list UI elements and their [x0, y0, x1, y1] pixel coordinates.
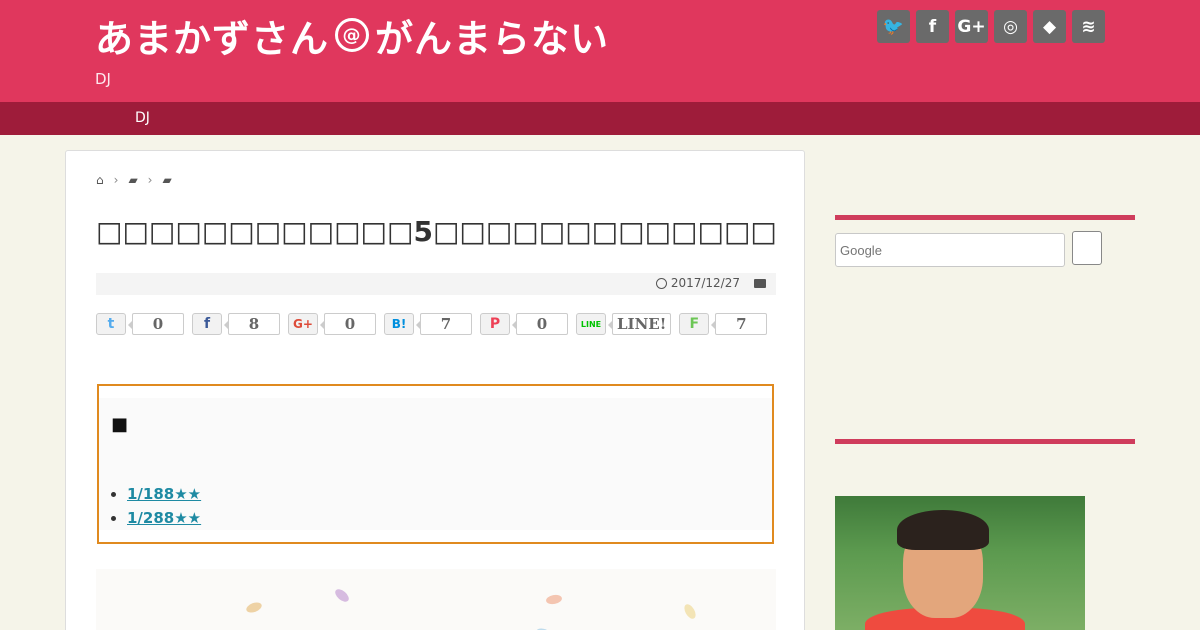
- feedly-icon[interactable]: ◆: [1033, 10, 1066, 43]
- list-item: 1/288★★: [127, 506, 201, 530]
- share-count: 7: [416, 313, 472, 335]
- google-plus-share-icon[interactable]: G+: [288, 313, 318, 335]
- share-count: 7: [711, 313, 768, 335]
- petal-decoration: [534, 626, 554, 630]
- share-count: LINE!: [607, 313, 672, 335]
- google-plus-icon[interactable]: G+: [955, 10, 988, 43]
- featured-image: [96, 569, 776, 630]
- notice-link-list: 1/188★★ 1/288★★: [127, 482, 201, 530]
- sidebar-divider: [835, 439, 1135, 444]
- home-icon[interactable]: ⌂: [96, 173, 104, 187]
- share-pocket[interactable]: P 0: [480, 313, 568, 335]
- twitter-icon[interactable]: 🐦: [877, 10, 910, 43]
- nav-item-dj[interactable]: DJ: [135, 110, 150, 126]
- share-feedly[interactable]: F 7: [679, 313, 768, 335]
- share-count: 8: [224, 313, 280, 335]
- social-follow-buttons: 🐦 f G+ ◎ ◆ ≋: [877, 10, 1105, 43]
- site-logo-text-2[interactable]: がんまらない: [375, 8, 609, 63]
- feedly-share-icon[interactable]: F: [679, 313, 710, 335]
- share-google-plus[interactable]: G+ 0: [288, 313, 376, 335]
- twitter-share-icon[interactable]: t: [96, 313, 126, 335]
- site-description: DJ: [95, 70, 111, 88]
- article-card: ⌂ › ▰ › ▰ □□□□□□□□□□□□5□□□□□□□□□□□□□□□□□…: [65, 150, 805, 630]
- share-twitter[interactable]: t 0: [96, 313, 184, 335]
- share-count: 0: [512, 313, 568, 335]
- post-meta: 2017/12/27: [96, 273, 776, 295]
- pocket-icon[interactable]: P: [480, 313, 510, 335]
- petal-decoration: [244, 600, 264, 615]
- post-date-text: 2017/12/27: [670, 276, 740, 290]
- facebook-share-icon[interactable]: f: [192, 313, 222, 335]
- profile-photo: [835, 496, 1085, 630]
- folder-icon[interactable]: ▰: [162, 173, 171, 187]
- search-button[interactable]: [1072, 231, 1102, 265]
- petal-decoration: [682, 602, 698, 621]
- breadcrumb-separator: ›: [147, 173, 153, 187]
- share-hatena[interactable]: B! 7: [384, 313, 472, 335]
- post-date: 2017/12/27: [655, 276, 740, 290]
- clock-icon: [655, 277, 667, 289]
- global-nav: DJ: [0, 102, 1200, 135]
- notice-inner: ■ 1/188★★ 1/288★★: [99, 398, 772, 530]
- share-count: 0: [128, 313, 184, 335]
- instagram-icon[interactable]: ◎: [994, 10, 1027, 43]
- hatena-bookmark-icon[interactable]: B!: [384, 313, 414, 335]
- breadcrumb-separator: ›: [113, 173, 119, 187]
- petal-decoration: [332, 586, 352, 605]
- at-icon: @: [335, 18, 370, 52]
- site-logo-text-1[interactable]: あまかずさん: [95, 8, 329, 63]
- share-facebook[interactable]: f 8: [192, 313, 280, 335]
- category-folder-icon[interactable]: [754, 279, 766, 288]
- petal-decoration: [545, 593, 563, 606]
- share-buttons: t 0 f 8 G+ 0 B! 7 P 0 LINE LINE! F 7: [96, 313, 775, 335]
- notice-link[interactable]: 1/188★★: [127, 485, 201, 503]
- site-logo[interactable]: あまかずさん @ がんまらない: [95, 8, 609, 63]
- breadcrumb: ⌂ › ▰ › ▰: [96, 173, 172, 187]
- article-title: □□□□□□□□□□□□5□□□□□□□□□□□□□□□□□□□□□: [96, 215, 776, 248]
- folder-icon[interactable]: ▰: [128, 173, 137, 187]
- line-icon[interactable]: LINE: [576, 313, 606, 335]
- share-line[interactable]: LINE LINE!: [576, 313, 672, 335]
- rss-icon[interactable]: ≋: [1072, 10, 1105, 43]
- notice-heading: ■: [111, 414, 129, 435]
- site-header: あまかずさん @ がんまらない DJ 🐦 f G+ ◎ ◆ ≋: [0, 0, 1200, 102]
- search-input[interactable]: [835, 233, 1065, 267]
- sidebar-divider: [835, 215, 1135, 220]
- list-item: 1/188★★: [127, 482, 201, 506]
- share-count: 0: [320, 313, 376, 335]
- notice-link[interactable]: 1/288★★: [127, 509, 201, 527]
- notice-box: ■ 1/188★★ 1/288★★: [97, 384, 774, 544]
- facebook-icon[interactable]: f: [916, 10, 949, 43]
